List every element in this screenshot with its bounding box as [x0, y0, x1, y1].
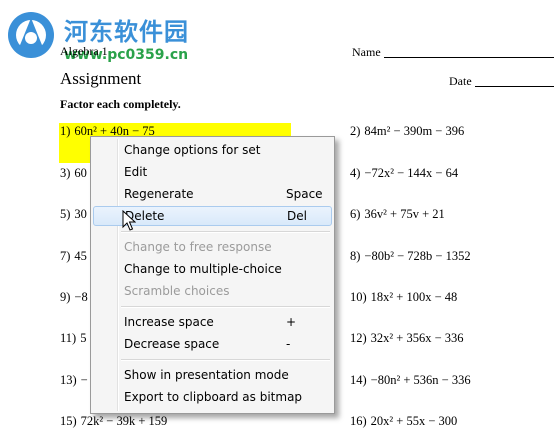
problem-expression: 45: [74, 249, 87, 263]
problem-number: 16): [350, 414, 367, 428]
problem-expression: −: [80, 373, 88, 387]
menu-item-edit[interactable]: Edit: [93, 162, 332, 182]
problem-10[interactable]: 10) 18x² + 100x − 48: [350, 290, 457, 305]
mouse-pointer-icon: [122, 210, 136, 231]
page-title: Assignment: [60, 69, 142, 88]
menu-item-label: Increase space: [124, 315, 214, 329]
problem-number: 15): [60, 414, 77, 428]
name-line: [384, 47, 554, 58]
problem-number: 2): [350, 124, 361, 138]
menu-item-label: Scramble choices: [124, 284, 230, 298]
menu-item-shortcut: Del: [287, 209, 307, 223]
problem-number: 3): [60, 166, 71, 180]
problem-expression: 18x² + 100x − 48: [370, 290, 458, 304]
problem-expression: 32x² + 356x − 336: [370, 331, 464, 345]
menu-item-label: Show in presentation mode: [124, 368, 289, 382]
problem-number: 8): [350, 249, 361, 263]
problem-expression: 60: [74, 166, 87, 180]
problem-16[interactable]: 16) 20x² + 55x − 300: [350, 414, 457, 429]
problem-number: 10): [350, 290, 367, 304]
menu-item-label: Change to free response: [124, 240, 272, 254]
menu-item-increase-space[interactable]: Increase space +: [93, 312, 332, 332]
menu-item-regenerate[interactable]: Regenerate Space: [93, 184, 332, 204]
menu-item-scramble-choices: Scramble choices: [93, 281, 332, 301]
menu-item-change-options[interactable]: Change options for set: [93, 140, 332, 160]
problem-6[interactable]: 6) 36v² + 75v + 21: [350, 207, 445, 222]
menu-separator: [121, 359, 330, 361]
problem-expression: 30: [74, 207, 87, 221]
problem-9[interactable]: 9) −8: [60, 290, 88, 305]
problem-8[interactable]: 8) −80b² − 728b − 1352: [350, 249, 471, 264]
menu-item-export-bitmap[interactable]: Export to clipboard as bitmap: [93, 387, 332, 407]
watermark-logo-icon: [8, 12, 54, 58]
problem-expression: −80b² − 728b − 1352: [364, 249, 471, 263]
date-line: [475, 76, 554, 87]
problem-expression: 36v² + 75v + 21: [364, 207, 445, 221]
problem-expression: 5: [80, 331, 87, 345]
problem-expression: 20x² + 55x − 300: [370, 414, 458, 428]
name-label: Name: [352, 45, 381, 59]
problem-number: 9): [60, 290, 71, 304]
context-menu: Change options for set Edit Regenerate S…: [90, 136, 335, 414]
problem-13[interactable]: 13) −: [60, 373, 88, 388]
problem-5[interactable]: 5) 30: [60, 207, 87, 222]
menu-item-multiple-choice[interactable]: Change to multiple-choice: [93, 259, 332, 279]
problem-number: 11): [60, 331, 77, 345]
problem-number: 6): [350, 207, 361, 221]
problem-expression: 72k² − 39k + 159: [80, 414, 168, 428]
menu-item-shortcut: +: [286, 315, 297, 329]
instructions: Factor each completely.: [60, 97, 181, 111]
problem-number: 5): [60, 207, 71, 221]
menu-item-shortcut: Space: [286, 187, 323, 201]
problem-2[interactable]: 2) 84m² − 390m − 396: [350, 124, 464, 139]
problem-number: 7): [60, 249, 71, 263]
problem-3[interactable]: 3) 60: [60, 166, 87, 181]
menu-item-presentation-mode[interactable]: Show in presentation mode: [93, 365, 332, 385]
problem-number: 13): [60, 373, 77, 387]
watermark-name: 河东软件园: [64, 18, 189, 46]
problem-12[interactable]: 12) 32x² + 356x − 336: [350, 331, 464, 346]
problem-14[interactable]: 14) −80n² + 536n − 336: [350, 373, 471, 388]
problem-number: 14): [350, 373, 367, 387]
menu-item-label: Decrease space: [124, 337, 220, 351]
problem-number: 12): [350, 331, 367, 345]
menu-item-label: Regenerate: [124, 187, 194, 201]
problem-expression: 84m² − 390m − 396: [364, 124, 465, 138]
problem-expression: −72x² − 144x − 64: [364, 166, 459, 180]
menu-item-decrease-space[interactable]: Decrease space -: [93, 334, 332, 354]
menu-item-shortcut: -: [286, 337, 291, 351]
menu-separator: [121, 231, 330, 233]
problem-number: 1): [60, 124, 71, 138]
problem-expression: −80n² + 536n − 336: [370, 373, 471, 387]
menu-item-label: Change options for set: [124, 143, 261, 157]
course-name: Algebra 1: [60, 44, 108, 58]
problem-7[interactable]: 7) 45: [60, 249, 87, 264]
menu-item-free-response: Change to free response: [93, 237, 332, 257]
problem-4[interactable]: 4) −72x² − 144x − 64: [350, 166, 458, 181]
menu-item-label: Edit: [124, 165, 148, 179]
menu-item-label: Change to multiple-choice: [124, 262, 282, 276]
problem-number: 4): [350, 166, 361, 180]
problem-11[interactable]: 11) 5: [60, 331, 86, 346]
problem-15[interactable]: 15) 72k² − 39k + 159: [60, 414, 167, 429]
problem-expression: −8: [74, 290, 88, 304]
date-label: Date: [449, 74, 472, 88]
watermark: 河东软件园 www.pc0359.cn: [0, 0, 230, 70]
menu-item-label: Export to clipboard as bitmap: [124, 390, 303, 404]
menu-separator: [121, 306, 330, 308]
